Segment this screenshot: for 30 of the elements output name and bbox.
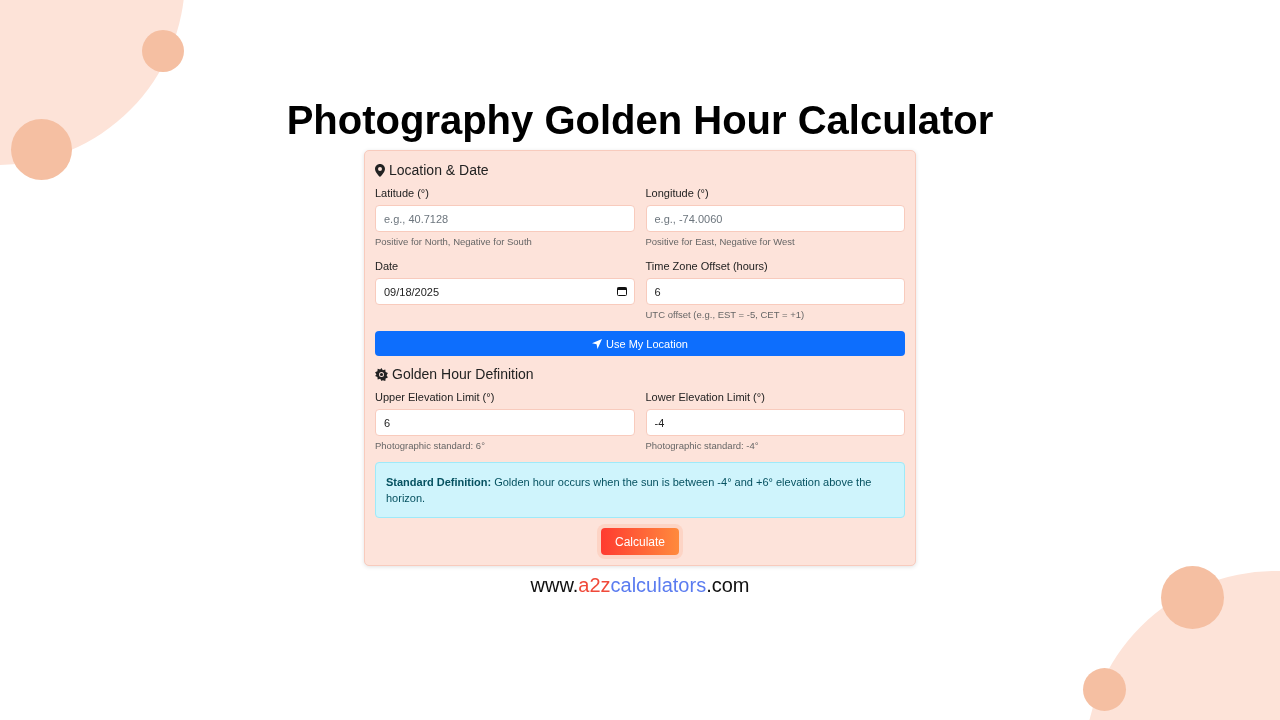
calendar-icon[interactable] [616, 286, 627, 296]
field-label: Lower Elevation Limit (°) [645, 391, 766, 403]
website-url-part: a2z [578, 574, 611, 596]
field-label: Time Zone Offset (hours) [645, 260, 769, 272]
website-url-part: www. [530, 574, 579, 596]
field-hint: Photographic standard: 6° [375, 440, 486, 451]
input-field[interactable]: e.g., -74.0060 [645, 205, 905, 232]
date-field[interactable]: 09/18/2025 [375, 278, 635, 305]
section-heading: Location & Date [389, 162, 489, 178]
input-field[interactable]: 6 [645, 278, 905, 305]
input-field[interactable]: -4 [645, 409, 905, 436]
website-url-part: .com [706, 574, 750, 596]
page-title: Photography Golden Hour Calculator [286, 97, 994, 144]
field-label: Upper Elevation Limit (°) [375, 391, 496, 403]
field-label: Date [375, 260, 400, 272]
location-arrow-icon [592, 338, 603, 349]
field-hint: Photographic standard: -4° [645, 440, 760, 451]
website-url-part: calculators [610, 574, 707, 596]
info-note: Standard Definition: Golden hour occurs when the sun is between -4° and +6° elevation above the horizon. [375, 462, 905, 518]
section-heading: Golden Hour Definition [392, 366, 534, 382]
field-label: Latitude (°) [375, 187, 430, 199]
field-hint: Positive for East, Negative for West [645, 236, 796, 247]
field-hint: Positive for North, Negative for South [375, 236, 533, 247]
field-label: Longitude (°) [645, 187, 710, 199]
input-field[interactable]: e.g., 40.7128 [375, 205, 635, 232]
input-field[interactable]: 6 [375, 409, 635, 436]
map-pin-icon [375, 163, 385, 177]
use-location-button[interactable]: Use My Location [375, 331, 905, 356]
sun-icon [375, 367, 388, 381]
field-hint: UTC offset (e.g., EST = -5, CET = +1) [645, 309, 806, 320]
